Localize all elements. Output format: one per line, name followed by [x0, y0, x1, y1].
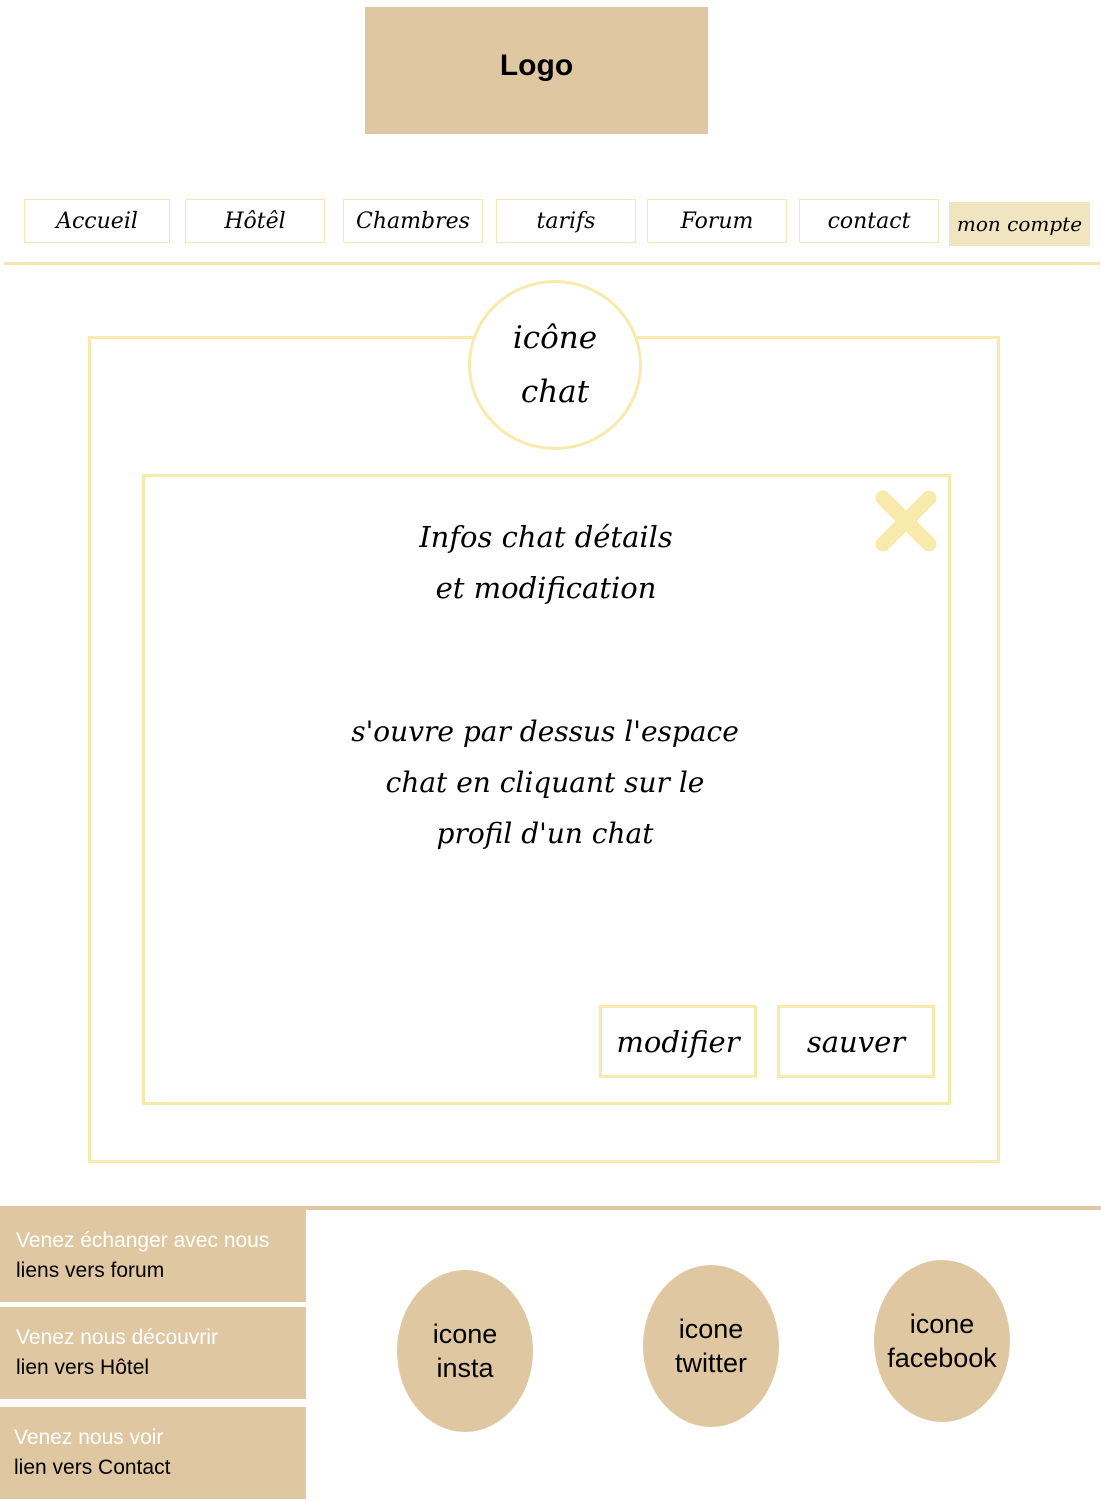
footer-link-hotel-tagline: Venez nous découvrir [16, 1326, 218, 1349]
modal-title-line-1: Infos chat détails [419, 520, 673, 554]
instagram-icon[interactable]: icone insta [397, 1270, 533, 1432]
footer-link-hotel[interactable]: Venez nous découvrir lien vers Hôtel [0, 1307, 306, 1399]
modal-desc-line-2: chat en cliquant sur le [385, 766, 705, 799]
footer-link-hotel-label: lien vers Hôtel [16, 1356, 150, 1379]
footer-link-contact-tagline: Venez nous voir [14, 1426, 164, 1449]
instagram-icon-label-2: insta [436, 1353, 494, 1383]
nav-divider [4, 262, 1100, 265]
chat-icon-label-2: chat [520, 374, 590, 410]
facebook-icon-label-1: icone [909, 1309, 975, 1339]
nav-item-tarifs[interactable]: tarifs [496, 199, 636, 243]
nav-item-mon-compte[interactable]: mon compte [949, 202, 1090, 246]
twitter-icon-label-1: icone [678, 1314, 744, 1344]
modify-button[interactable]: modifier [599, 1005, 757, 1078]
facebook-icon-label-2: facebook [887, 1343, 997, 1373]
facebook-icon[interactable]: icone facebook [874, 1260, 1010, 1422]
footer-link-forum-label: liens vers forum [16, 1259, 165, 1282]
modal-title-line-2: et modification [435, 571, 657, 605]
save-button[interactable]: sauver [777, 1005, 935, 1078]
footer-link-forum[interactable]: Venez échanger avec nous liens vers foru… [0, 1210, 306, 1302]
logo[interactable]: Logo [365, 7, 708, 134]
instagram-icon-label-1: icone [432, 1319, 498, 1349]
footer-link-contact[interactable]: Venez nous voir lien vers Contact [0, 1407, 306, 1499]
chat-icon-label-1: icône [512, 320, 598, 356]
nav-item-contact[interactable]: contact [799, 199, 939, 243]
nav-item-hotel[interactable]: Hôtêl [185, 199, 325, 243]
chat-icon[interactable]: icône chat [468, 280, 642, 450]
modal-title: Infos chat détails et modification [346, 512, 746, 614]
modal-description: s'ouvre par dessus l'espace chat en cliq… [320, 706, 770, 859]
footer-link-forum-tagline: Venez échanger avec nous [16, 1229, 270, 1252]
twitter-icon-label-2: twitter [674, 1348, 747, 1378]
modal-desc-line-1: s'ouvre par dessus l'espace [351, 715, 739, 748]
nav-item-forum[interactable]: Forum [647, 199, 787, 243]
twitter-icon[interactable]: icone twitter [643, 1265, 779, 1427]
nav-item-accueil[interactable]: Accueil [24, 199, 170, 243]
modal-desc-line-3: profil d'un chat [436, 817, 654, 850]
close-x-icon[interactable] [873, 488, 939, 554]
logo-text: Logo [499, 48, 574, 82]
nav-item-chambres[interactable]: Chambres [343, 199, 483, 243]
footer-link-contact-label: lien vers Contact [14, 1456, 171, 1479]
